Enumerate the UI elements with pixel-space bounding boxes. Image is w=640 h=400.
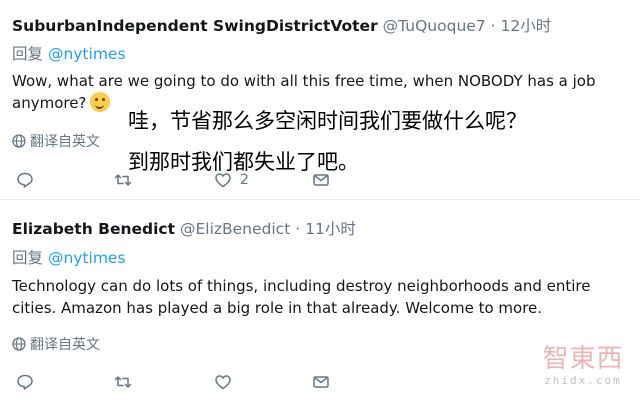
retweet-icon	[114, 174, 132, 186]
chinese-translation-overlay: 哇，节省那么多空闲时间我们要做什么呢？	[128, 109, 527, 133]
translate-label[interactable]: 翻译自英文	[30, 131, 100, 151]
translate-link[interactable]: 翻译自英文	[12, 131, 100, 151]
watermark-logo-text: 智東西	[542, 344, 624, 374]
reply-prefix: 回复	[12, 249, 48, 267]
tweet-text: Technology can do lots of things, includ…	[12, 275, 590, 319]
retweet-button[interactable]	[114, 170, 132, 190]
separator-dot: ·	[490, 17, 496, 35]
envelope-icon	[313, 174, 329, 186]
tweet-text-line: anymore?	[12, 94, 87, 112]
globe-icon	[12, 337, 26, 351]
mention-link[interactable]: @nytimes	[48, 45, 126, 63]
heart-icon	[215, 375, 231, 390]
envelope-icon	[313, 376, 329, 388]
tweet-text-line: cities. Amazon has played a big role in …	[12, 299, 543, 317]
thinking-face-icon	[90, 92, 111, 112]
direct-message-button[interactable]	[312, 372, 330, 392]
reply-icon	[17, 172, 33, 188]
retweet-icon	[114, 376, 132, 388]
reply-prefix: 回复	[12, 45, 48, 63]
tweet-actions: 2	[0, 170, 640, 190]
reply-button[interactable]	[16, 372, 34, 392]
watermark-logo: 智東西 zhidx.com	[538, 344, 628, 392]
tweet-card[interactable]: SuburbanIndependent SwingDistrictVoter @…	[0, 0, 640, 200]
tweet-text-line: Wow, what are we going to do with all th…	[12, 72, 596, 90]
retweet-button[interactable]	[114, 372, 132, 392]
globe-icon	[12, 134, 26, 148]
like-button[interactable]: 2	[214, 170, 249, 190]
mention-link[interactable]: @nytimes	[48, 249, 126, 267]
reply-icon	[17, 374, 33, 390]
like-count: 2	[240, 172, 249, 188]
tweet-text-line: Technology can do lots of things, includ…	[12, 277, 591, 295]
direct-message-button[interactable]	[312, 170, 330, 190]
translate-label[interactable]: 翻译自英文	[30, 334, 100, 354]
watermark-domain: zhidx.com	[544, 374, 622, 387]
author-handle[interactable]: @ElizBenedict	[180, 220, 290, 238]
reply-context: 回复 @nytimes	[12, 246, 126, 268]
author-name[interactable]: SuburbanIndependent SwingDistrictVoter	[12, 17, 378, 35]
author-handle[interactable]: @TuQuoque7	[383, 17, 486, 35]
timestamp[interactable]: 11小时	[305, 220, 356, 238]
separator-dot: ·	[295, 220, 301, 238]
heart-icon	[215, 173, 231, 188]
author-name[interactable]: Elizabeth Benedict	[12, 220, 175, 238]
reply-context: 回复 @nytimes	[12, 42, 126, 64]
tweet-header: SuburbanIndependent SwingDistrictVoter @…	[12, 14, 551, 36]
reply-button[interactable]	[16, 170, 34, 190]
like-button[interactable]	[214, 372, 232, 392]
translate-link[interactable]: 翻译自英文	[12, 334, 100, 354]
tweet-header: Elizabeth Benedict @ElizBenedict · 11小时	[12, 217, 356, 239]
timestamp[interactable]: 12小时	[500, 17, 551, 35]
